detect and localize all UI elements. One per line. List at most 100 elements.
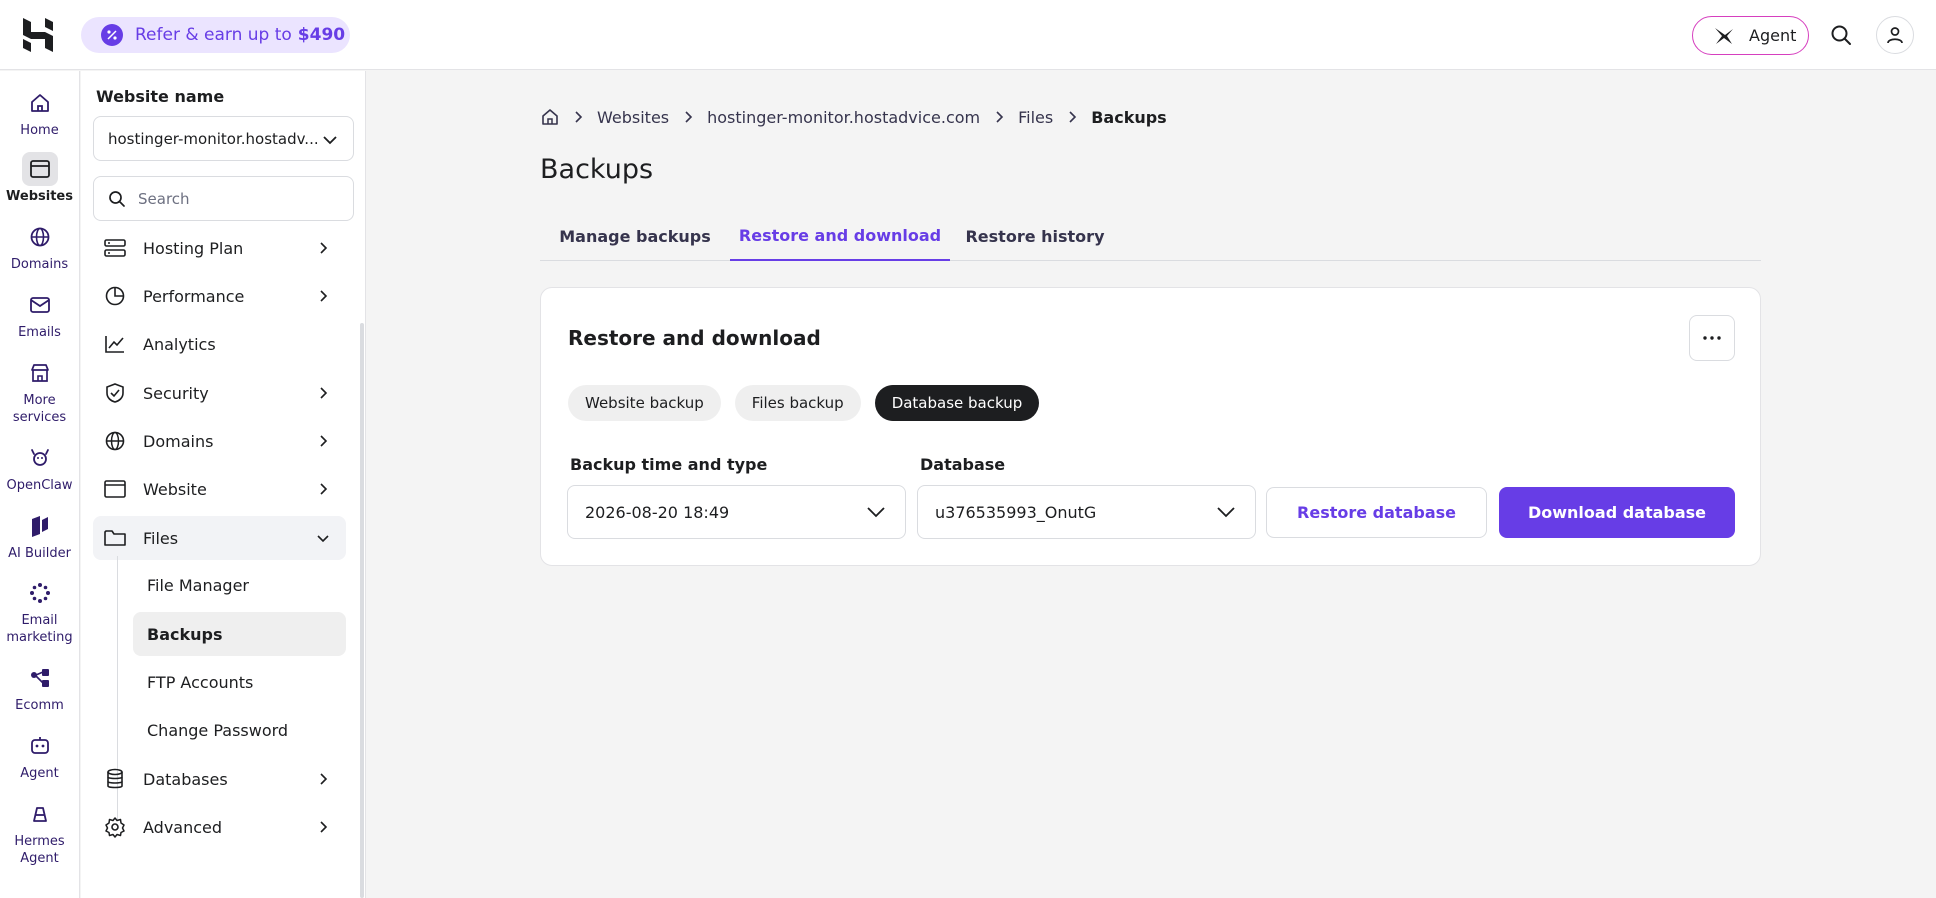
rail-item-emails[interactable]: Emails [0,288,79,341]
rail-item-label: More services [12,393,67,425]
chevron-right-icon [316,820,330,834]
chip-website-backup[interactable]: Website backup [568,385,721,421]
sidebar-subitem-ftp-accounts[interactable]: FTP Accounts [133,660,346,704]
sidebar-search[interactable] [93,176,354,221]
sidebar-subitem-backups[interactable]: Backups [133,612,346,656]
rail-item-label: Hermes Agent [14,834,65,866]
chevron-down-icon [321,131,339,149]
rail-item-label: Domains [10,257,69,272]
chevron-right-icon [683,111,693,123]
sidebar-item-performance[interactable]: Performance [93,274,346,318]
sidebar-scrollbar[interactable] [360,323,364,898]
refer-amount: $490 [297,25,346,45]
tab-label: Restore history [965,227,1105,246]
breadcrumb-files[interactable]: Files [1018,108,1053,127]
ellipsis-icon [1703,336,1721,340]
backup-time-select[interactable]: 2026-08-20 18:49 [567,485,906,539]
hermes-icon [22,797,58,831]
restore-database-button[interactable]: Restore database [1266,487,1487,538]
chevron-right-icon [316,241,330,255]
rail-item-email-marketing[interactable]: Email marketing [0,576,79,646]
shield-icon [103,381,127,405]
chevron-down-icon [1215,503,1237,521]
sidebar-subitem-label: File Manager [147,575,249,595]
rail-item-label: AI Builder [8,546,71,561]
sidebar-item-website[interactable]: Website [93,467,346,511]
sidebar-item-label: Domains [143,431,214,451]
sidebar-item-label: Performance [143,286,245,306]
tab-label: Restore and download [738,226,942,245]
download-database-button[interactable]: Download database [1499,487,1735,538]
rail-item-ai-builder[interactable]: AI Builder [0,509,79,562]
percent-badge-icon [101,24,123,46]
sidebar-item-hosting-plan[interactable]: Hosting Plan [93,226,346,270]
chevron-right-icon [316,289,330,303]
chevron-up-icon [316,531,330,545]
rail-item-ecomm[interactable]: Ecomm [0,661,79,714]
website-sidebar: Website name hostinger-monitor.hostadv..… [81,71,366,898]
trend-icon [103,332,127,356]
breadcrumb-website-domain[interactable]: hostinger-monitor.hostadvice.com [707,108,980,127]
tab-restore-history[interactable]: Restore history [950,212,1120,261]
chevron-down-icon [865,503,887,521]
tab-restore-and-download[interactable]: Restore and download [730,212,950,261]
rail-item-home[interactable]: Home [0,86,79,139]
sidebar-item-security[interactable]: Security [93,371,346,415]
sidebar-search-input[interactable] [138,189,338,208]
chevron-right-icon [316,434,330,448]
breadcrumb-home-icon[interactable] [541,108,559,126]
sidebar-item-analytics[interactable]: Analytics [93,322,346,366]
rail-item-more-services[interactable]: More services [0,356,79,426]
sidebar-title: Website name [96,87,225,106]
sidebar-item-label: Files [143,528,179,548]
globe-icon [103,429,127,453]
sidebar-subitem-label: Change Password [147,720,289,740]
chevron-right-icon [573,111,583,123]
more-options-button[interactable] [1689,315,1735,361]
top-bar: Refer & earn up to $490 Agent [0,0,1936,70]
rail-item-openclaw[interactable]: OpenClaw [0,441,79,494]
database-select[interactable]: u376535993_OnutG [917,485,1256,539]
sidebar-item-files[interactable]: Files [93,516,346,560]
chevron-right-icon [1067,111,1077,123]
rail-item-domains[interactable]: Domains [0,220,79,273]
sidebar-item-advanced[interactable]: Advanced [93,805,346,849]
sidebar-item-label: Databases [143,769,228,789]
store-icon [22,356,58,390]
sidebar-item-label: Analytics [143,334,216,354]
website-select[interactable]: hostinger-monitor.hostadv... [93,116,354,161]
rail-item-label: Agent [20,766,59,781]
refer-earn-banner[interactable]: Refer & earn up to $490 [81,17,350,53]
rail-item-label: Websites [6,189,73,204]
rail-item-agent[interactable]: Agent [0,729,79,782]
chip-database-backup[interactable]: Database backup [874,385,1040,421]
envelope-icon [22,288,58,322]
hostinger-logo-icon[interactable] [22,18,54,52]
chip-files-backup[interactable]: Files backup [734,385,861,421]
globe-icon [22,220,58,254]
home-icon [22,86,58,120]
ai-builder-icon [22,509,58,543]
sidebar-subitem-file-manager[interactable]: File Manager [133,563,346,607]
search-icon[interactable] [1822,16,1860,54]
user-profile-icon[interactable] [1876,16,1914,54]
sidebar-item-domains[interactable]: Domains [93,419,346,463]
rail-item-hermes-agent[interactable]: Hermes Agent [0,797,79,867]
rail-item-label: Email marketing [6,613,73,645]
sidebar-subitem-change-password[interactable]: Change Password [133,708,346,752]
sidebar-subitem-label: Backups [147,624,223,644]
breadcrumb-websites[interactable]: Websites [597,108,669,127]
email-marketing-icon [22,576,58,610]
agent-button[interactable]: Agent [1692,16,1809,55]
chevron-right-icon [316,386,330,400]
sidebar-item-label: Hosting Plan [143,238,244,258]
breadcrumb-current: Backups [1091,107,1167,127]
chevron-right-icon [316,772,330,786]
breadcrumb: Websites hostinger-monitor.hostadvice.co… [541,106,1167,128]
rail-item-websites[interactable]: Websites [0,152,79,205]
rail-item-label: OpenClaw [6,478,73,493]
backup-tabs: Manage backups Restore and download Rest… [540,212,1761,261]
sidebar-item-databases[interactable]: Databases [93,757,346,801]
tab-manage-backups[interactable]: Manage backups [540,212,730,261]
pie-chart-icon [103,284,127,308]
